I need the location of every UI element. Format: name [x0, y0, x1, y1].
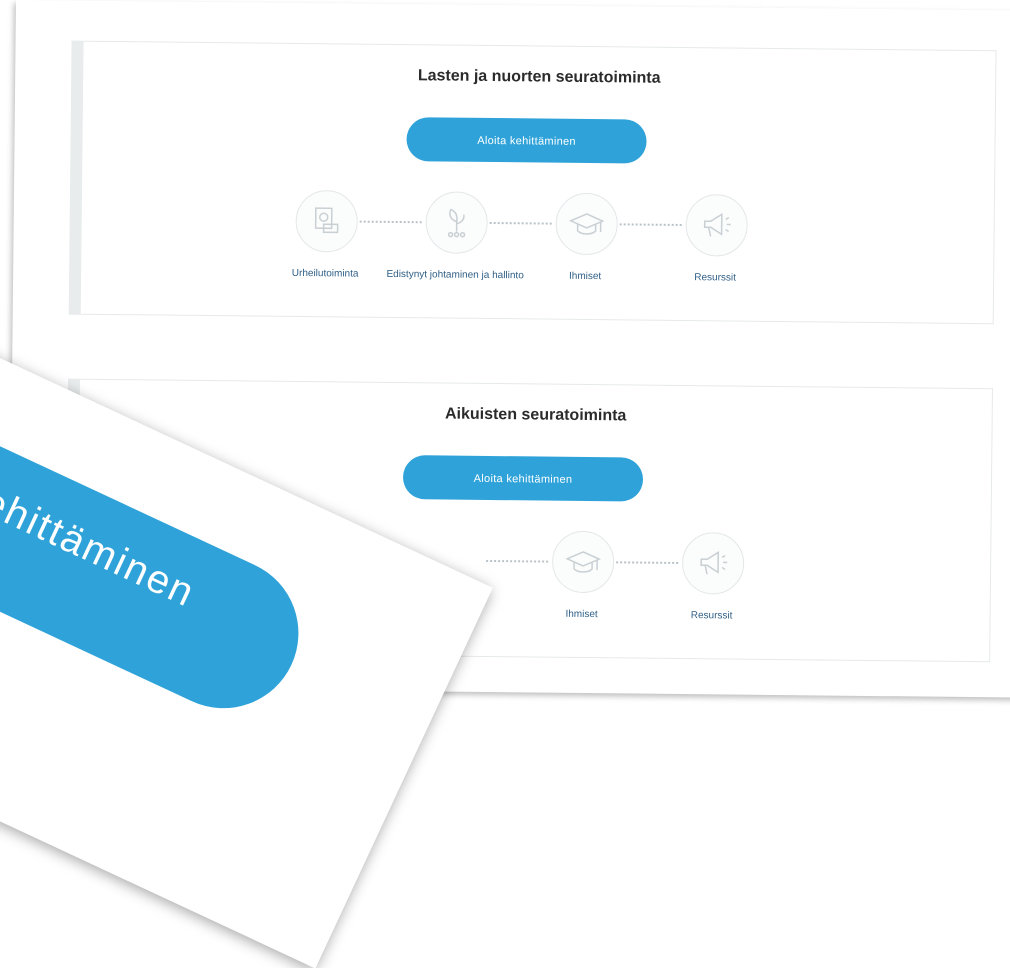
step-label: Resurssit — [690, 610, 733, 622]
step-label: Ihmiset — [568, 270, 602, 283]
plant-icon[interactable] — [425, 191, 489, 254]
step-connector — [359, 220, 422, 224]
document-icon[interactable] — [295, 189, 359, 253]
step-connector — [619, 223, 682, 226]
step-label: Ihmiset — [565, 608, 598, 621]
card-title: Lasten ja nuorten seuratoiminta — [417, 67, 661, 87]
step-connector — [489, 221, 552, 225]
start-development-button[interactable]: Aloita kehittäminen — [402, 455, 644, 502]
step-label: Edistynyt johtaminen ja hallinto — [386, 268, 524, 282]
step-label: Urheilutoiminta — [291, 267, 359, 280]
step-label: Resurssit — [694, 272, 737, 284]
start-development-button[interactable]: Aloita kehittäminen — [406, 117, 647, 164]
step-connector — [616, 561, 679, 564]
card-children-youth: Lasten ja nuorten seuratoiminta Aloita k… — [68, 40, 997, 325]
graduation-cap-icon[interactable] — [555, 192, 619, 256]
card-title: Aikuisten seuratoiminta — [444, 405, 627, 425]
megaphone-icon[interactable] — [685, 194, 749, 257]
step-connector — [486, 559, 549, 563]
graduation-cap-icon[interactable] — [551, 530, 615, 594]
megaphone-icon[interactable] — [681, 532, 745, 595]
